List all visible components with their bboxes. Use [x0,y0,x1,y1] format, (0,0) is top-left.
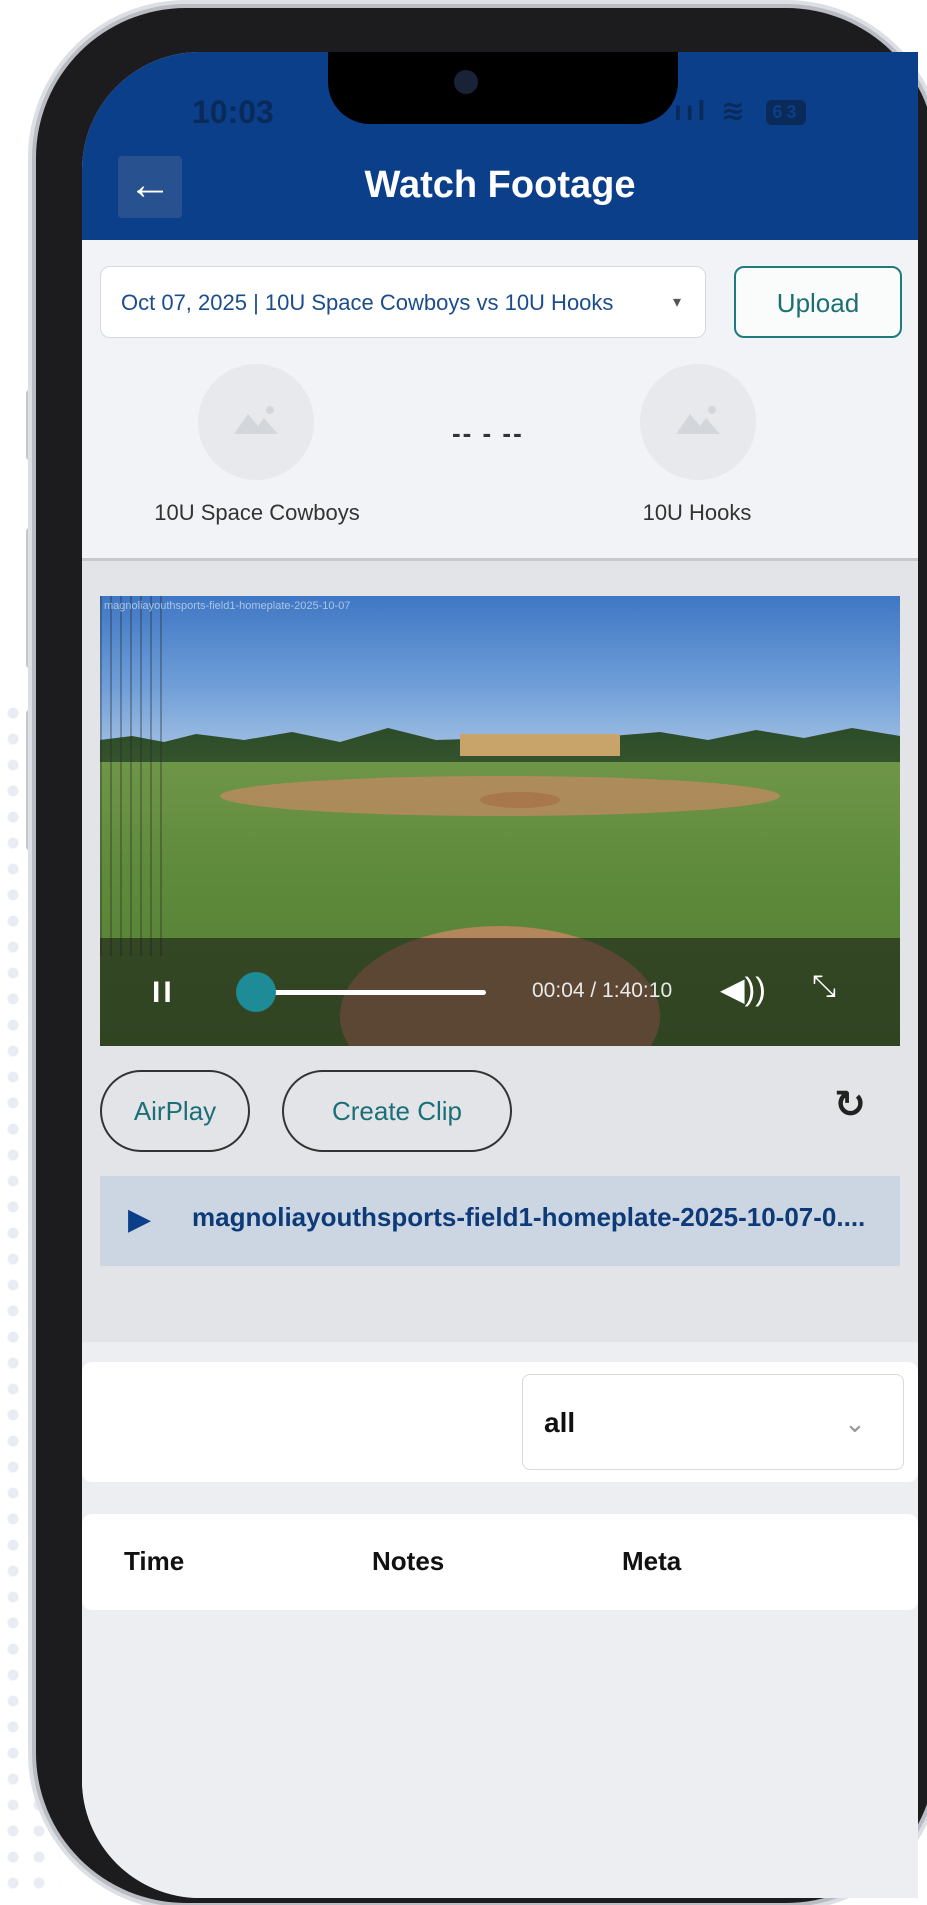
home-team-name: 10U Space Cowboys [154,500,360,525]
wifi-icon: ≋ [721,95,749,126]
chevron-down-icon: ⌄ [844,1408,866,1438]
column-header-notes: Notes [372,1546,445,1576]
phone-notch [328,52,678,124]
seek-bar[interactable] [256,990,486,995]
image-placeholder-icon [234,406,278,434]
battery-icon: 63 [766,100,807,126]
phone-side-button [26,528,36,668]
pause-button[interactable]: II [152,976,175,1010]
caret-down-icon: ▾ [672,294,681,311]
column-header-meta: Meta [622,1546,682,1576]
volume-icon[interactable]: ◀)) [720,970,766,1008]
image-placeholder-icon [676,406,720,434]
filter-select-value: all [544,1407,576,1438]
video-frame-stands [460,734,620,756]
signal-icon: ııl [674,95,710,126]
video-frame-mound [480,792,560,808]
phone-side-button [26,390,36,460]
video-player[interactable]: magnoliayouthsports-field1-homeplate-202… [100,596,900,1046]
camera-icon [454,70,478,94]
status-icons: ııl ≋ 63 [674,94,807,127]
page-title: Watch Footage [364,164,636,206]
section-divider [82,558,918,561]
upload-button[interactable]: Upload [734,266,902,338]
status-time: 10:03 [192,94,274,130]
column-header-time: Time [124,1546,185,1576]
seek-handle[interactable] [236,972,276,1012]
create-clip-button[interactable]: Create Clip [282,1070,512,1152]
video-timecode: 00:04 / 1:40:10 [532,979,673,1002]
home-team-logo [198,364,314,480]
video-frame-fence [100,596,170,956]
refresh-icon[interactable]: ↻ [834,1082,866,1127]
fullscreen-icon[interactable]: ⤡ [812,970,836,1004]
game-select-dropdown[interactable]: Oct 07, 2025 | 10U Space Cowboys vs 10U … [100,266,706,338]
game-select-value: Oct 07, 2025 | 10U Space Cowboys vs 10U … [121,290,614,315]
away-team-name: 10U Hooks [642,500,752,525]
video-frame-sky [100,596,900,746]
phone-screen: 10:03 ııl ≋ 63 ← Watch Footage Oct 07, 2… [82,52,918,1898]
play-icon[interactable]: ▶ [128,1202,151,1237]
notes-table-header [82,1514,918,1610]
video-controls-bar [100,938,900,1046]
score-display: -- - -- [452,418,524,448]
away-team-logo [640,364,756,480]
airplay-button[interactable]: AirPlay [100,1070,250,1152]
phone-side-button [26,710,36,850]
video-overlay-text: magnoliayouthsports-field1-homeplate-202… [104,600,351,612]
video-file-name[interactable]: magnoliayouthsports-field1-homeplate-202… [192,1202,882,1233]
